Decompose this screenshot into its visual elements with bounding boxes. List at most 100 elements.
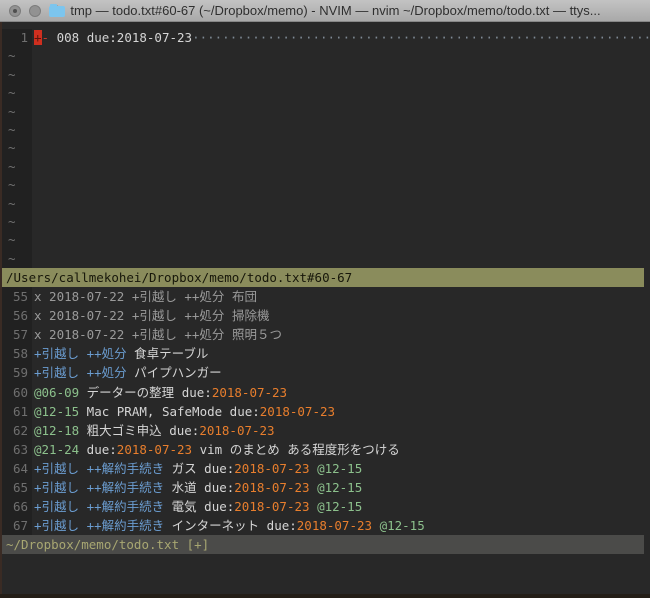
buffer-line-59[interactable]: 59 +引越し ++処分 パイプハンガー — [0, 363, 650, 382]
text-segment-plain: due: — [79, 441, 117, 457]
empty-line: ~ — [0, 176, 650, 194]
trailing-whitespace-dots: ········································… — [192, 30, 650, 45]
buffer-line-56[interactable]: 56 x 2018-07-22 +引越し ++処分 掃除機 — [0, 306, 650, 325]
text-segment-tag: ++処分 — [86, 365, 127, 381]
tilde-marker: ~ — [8, 85, 16, 101]
empty-line: ~ — [0, 250, 650, 268]
text-segment-tag: ++解約手続き — [86, 499, 165, 515]
text-segment-tag: ++解約手続き — [86, 480, 165, 496]
text-segment-ctx: @12-15 — [379, 518, 425, 534]
folder-icon — [49, 4, 66, 17]
line-number: 55 — [12, 289, 28, 305]
window-edge-left — [0, 22, 2, 598]
text-segment-done: x 2018-07-22 +引越し ++処分 布団 — [34, 289, 257, 305]
empty-line: ~ — [0, 66, 650, 84]
empty-line: ~ — [0, 121, 650, 139]
empty-line: ~ — [0, 158, 650, 176]
statusline-active: /Users/callmekohei/Dropbox/memo/todo.txt… — [2, 268, 644, 288]
text-segment-ctx: @12-15 — [317, 499, 363, 515]
empty-line: ~ — [0, 103, 650, 121]
text-segment-ctx: @12-15 — [317, 460, 363, 476]
text-segment-date: 2018-07-23 — [296, 518, 373, 534]
buffer-line-55[interactable]: 55 x 2018-07-22 +引越し ++処分 布団 — [0, 287, 650, 306]
buffer-line-1[interactable]: 1 +- 008 due:2018-07-23··················… — [0, 29, 650, 47]
tilde-marker: ~ — [8, 103, 16, 119]
statusline-bottom: ~/Dropbox/memo/todo.txt [+] — [2, 535, 644, 555]
close-button[interactable] — [9, 5, 21, 17]
text-segment-plain — [79, 461, 87, 476]
text-segment-plain — [310, 499, 318, 514]
line-number: 64 — [12, 460, 28, 476]
titlebar-center: tmp — todo.txt#60-67 (~/Dropbox/memo) - … — [49, 3, 601, 18]
command-line-area[interactable] — [0, 554, 650, 590]
text-segment-plain: vim のまとめ ある程度形をつける — [192, 441, 400, 457]
text-segment-ctx: @12-18 — [34, 422, 80, 438]
text-segment-plain: パイプハンガー — [126, 365, 222, 381]
buffer-line-64[interactable]: 64 +引越し ++解約手続き ガス due:2018-07-23 @12-15 — [0, 459, 650, 478]
text-segment-date: 2018-07-23 — [234, 480, 310, 496]
tilde-marker: ~ — [8, 232, 16, 248]
empty-line: ~ — [0, 47, 650, 65]
terminal-window: tmp — todo.txt#60-67 (~/Dropbox/memo) - … — [0, 0, 650, 598]
text-segment-done: x 2018-07-22 +引越し ++処分 掃除機 — [34, 308, 270, 324]
line-number: 1 — [20, 30, 28, 45]
text-segment-plain — [310, 461, 318, 476]
buffer-line-58[interactable]: 58 +引越し ++処分 食卓テーブル — [0, 344, 650, 363]
text-segment-priority: - — [41, 30, 50, 45]
titlebar: tmp — todo.txt#60-67 (~/Dropbox/memo) - … — [0, 0, 650, 22]
text-segment-tag: ++解約手続き — [86, 460, 165, 476]
line-number: 65 — [12, 480, 28, 496]
tilde-marker: ~ — [8, 66, 16, 82]
text-segment-tag: +引越し — [34, 499, 80, 515]
text-segment-tag: +引越し — [34, 518, 80, 534]
text-segment-plain — [372, 518, 380, 533]
buffer-line-57[interactable]: 57 x 2018-07-22 +引越し ++処分 照明５つ — [0, 325, 650, 344]
empty-line: ~ — [0, 231, 650, 249]
text-segment-done: x 2018-07-22 +引越し ++処分 照明５つ — [34, 327, 282, 343]
text-segment-plain: データーの整理 due: — [79, 384, 212, 400]
text-segment-plain: 008 due:2018-07-23 — [49, 30, 193, 45]
buffer-line-63[interactable]: 63 @21-24 due:2018-07-23 vim のまとめ ある程度形をつ… — [0, 440, 650, 459]
text-segment-plain: 粗大ゴミ申込 due: — [79, 422, 200, 438]
window-title: tmp — todo.txt#60-67 (~/Dropbox/memo) - … — [70, 3, 601, 18]
empty-line: ~ — [0, 84, 650, 102]
empty-line: ~ — [0, 213, 650, 231]
line-number: 62 — [12, 422, 28, 438]
text-segment-plain — [79, 365, 87, 380]
text-segment-ctx: @06-09 — [34, 384, 80, 400]
text-segment-ctx: @12-15 — [34, 403, 80, 419]
text-segment-tag: +引越し — [34, 365, 80, 381]
buffer-line-67[interactable]: 67 +引越し ++解約手続き インターネット due:2018-07-23 @1… — [0, 516, 650, 535]
buffer-line-65[interactable]: 65 +引越し ++解約手続き 水道 due:2018-07-23 @12-15 — [0, 478, 650, 497]
line-number: 56 — [12, 308, 28, 324]
empty-line: ~ — [0, 195, 650, 213]
text-segment-date: 2018-07-23 — [234, 499, 310, 515]
line-number: 58 — [12, 346, 28, 362]
text-segment-plain: 食卓テーブル — [126, 346, 209, 362]
tilde-marker: ~ — [8, 158, 16, 174]
minimize-button[interactable] — [29, 5, 41, 17]
buffer-line-61[interactable]: 61 @12-15 Mac PRAM, SafeMode due:2018-07-… — [0, 402, 650, 421]
text-segment-plain: インターネット due: — [164, 518, 297, 534]
line-number: 57 — [12, 327, 28, 343]
buffer-line-66[interactable]: 66 +引越し ++解約手続き 電気 due:2018-07-23 @12-15 — [0, 497, 650, 516]
editor-top-window: 1 +- 008 due:2018-07-23··················… — [0, 29, 650, 269]
buffer-line-62[interactable]: 62 @12-18 粗大ゴミ申込 due:2018-07-23 — [0, 421, 650, 440]
tilde-marker: ~ — [8, 177, 16, 193]
text-segment-tag: +引越し — [34, 460, 80, 476]
tilde-marker: ~ — [8, 195, 16, 211]
empty-line: ~ — [0, 139, 650, 157]
text-segment-date: 2018-07-23 — [116, 441, 193, 457]
buffer-line-60[interactable]: 60 @06-09 データーの整理 due:2018-07-23 — [0, 383, 650, 402]
cursor-block[interactable]: + — [34, 30, 42, 45]
text-segment-plain: 水道 due: — [164, 480, 235, 496]
tilde-marker: ~ — [8, 213, 16, 229]
record-dot-icon — [13, 9, 17, 13]
text-segment-date: 2018-07-23 — [259, 403, 336, 419]
text-segment-tag: ++処分 — [86, 346, 127, 362]
line-number: 61 — [12, 403, 28, 419]
text-segment-date: 2018-07-23 — [211, 384, 288, 400]
text-segment-tag: +引越し — [34, 480, 80, 496]
text-segment-plain — [79, 499, 87, 514]
window-edge-bottom — [0, 594, 650, 598]
